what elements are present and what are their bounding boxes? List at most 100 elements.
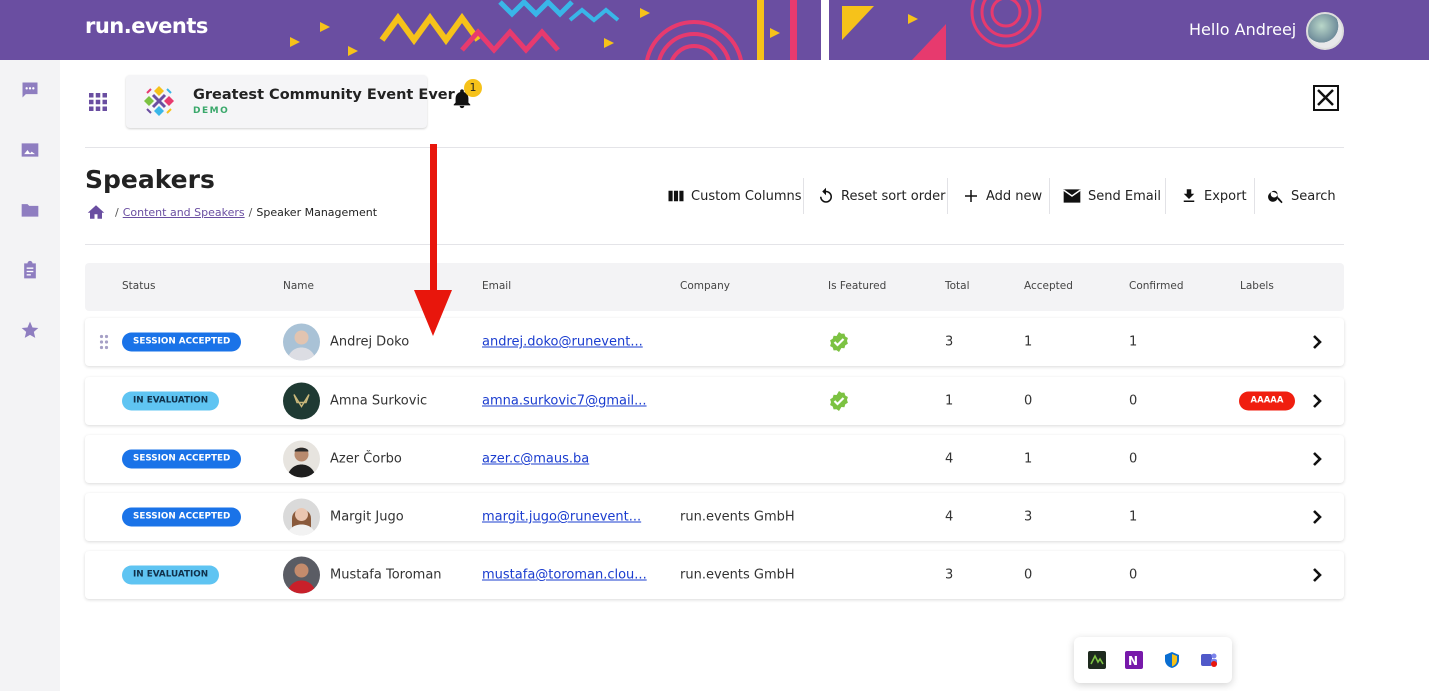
top-banner: run.events Hello Andreej	[0, 0, 1429, 60]
confirmed-count: 0	[1129, 567, 1138, 583]
speaker-name: Amna Surkovic	[330, 393, 428, 409]
chevron-right-icon[interactable]	[1309, 509, 1325, 525]
avatar	[283, 556, 320, 594]
column-header-labels[interactable]: Labels	[1240, 280, 1274, 292]
export-button[interactable]: Export	[1180, 178, 1247, 214]
chat-icon[interactable]	[20, 80, 40, 100]
event-selector[interactable]: Greatest Community Event Ever DEMO	[126, 75, 455, 128]
column-header-status[interactable]: Status	[122, 280, 155, 292]
total-count: 4	[945, 451, 954, 467]
drag-handle-icon[interactable]	[99, 334, 109, 350]
accepted-count: 1	[1024, 451, 1033, 467]
image-icon[interactable]	[20, 140, 40, 160]
avatar	[283, 323, 320, 361]
column-header-accepted[interactable]: Accepted	[1024, 280, 1073, 292]
email-icon	[1063, 189, 1081, 203]
reset-icon	[820, 187, 832, 203]
total-count: 3	[945, 567, 954, 583]
plus-icon	[965, 190, 977, 202]
chevron-right-icon[interactable]	[1309, 393, 1325, 409]
status-badge: SESSION ACCEPTED	[122, 507, 242, 527]
teams-icon[interactable]	[1200, 651, 1218, 669]
table-row[interactable]: IN EVALUATION Amna Surkovic amna.surkovi…	[85, 377, 1344, 425]
divider	[85, 147, 1344, 148]
speaker-email-link[interactable]: azer.c@maus.ba	[482, 452, 589, 467]
column-header-confirmed[interactable]: Confirmed	[1129, 280, 1184, 292]
avatar	[283, 440, 320, 478]
toolbar-separator	[803, 178, 804, 214]
event-logo-icon	[144, 86, 174, 116]
breadcrumb: / Content and Speakers / Speaker Managem…	[87, 204, 377, 220]
label-chip: AAAAA	[1239, 391, 1295, 411]
event-title: Greatest Community Event Ever	[193, 87, 455, 103]
total-count: 4	[945, 509, 954, 525]
export-label: Export	[1204, 188, 1247, 204]
page-title: Speakers	[85, 165, 215, 194]
table-row[interactable]: SESSION ACCEPTED Andrej Doko andrej.doko…	[85, 318, 1344, 366]
apps-grid-icon[interactable]	[89, 93, 107, 111]
add-new-button[interactable]: Add new	[962, 178, 1042, 214]
send-email-button[interactable]: Send Email	[1062, 178, 1161, 214]
reset-sort-button[interactable]: Reset sort order	[817, 178, 945, 214]
speaker-name: Azer Čorbo	[330, 451, 402, 467]
column-header-total[interactable]: Total	[945, 280, 970, 292]
folder-icon[interactable]	[20, 200, 40, 220]
table-row[interactable]: SESSION ACCEPTED Margit Jugo margit.jugo…	[85, 493, 1344, 541]
confirmed-count: 0	[1129, 451, 1138, 467]
confirmed-count: 0	[1129, 393, 1138, 409]
breadcrumb-link-content-speakers[interactable]: Content and Speakers	[123, 206, 245, 219]
chevron-right-icon[interactable]	[1309, 334, 1325, 350]
table-row[interactable]: SESSION ACCEPTED Azer Čorbo azer.c@maus.…	[85, 435, 1344, 483]
speaker-email-link[interactable]: mustafa@toroman.clou...	[482, 568, 647, 583]
breadcrumb-current: Speaker Management	[256, 205, 378, 219]
speaker-company: run.events GmbH	[680, 509, 795, 525]
status-badge: SESSION ACCEPTED	[122, 332, 242, 352]
accepted-count: 1	[1024, 334, 1033, 350]
column-header-email[interactable]: Email	[482, 280, 511, 292]
total-count: 3	[945, 334, 954, 350]
star-icon[interactable]	[20, 320, 40, 340]
close-icon[interactable]	[1313, 85, 1339, 111]
search-label: Search	[1291, 188, 1336, 204]
status-badge: IN EVALUATION	[122, 565, 220, 585]
sidebar	[0, 60, 60, 691]
system-tray-popup: N	[1074, 637, 1232, 683]
toolbar-separator	[947, 178, 948, 214]
column-header-is-featured[interactable]: Is Featured	[828, 280, 886, 292]
avatar	[283, 382, 320, 420]
status-badge: SESSION ACCEPTED	[122, 449, 242, 469]
svg-text:N: N	[1128, 654, 1138, 668]
notification-count-badge: 1	[464, 79, 482, 97]
divider	[85, 244, 1344, 245]
accepted-count: 0	[1024, 567, 1033, 583]
terminal-app-icon[interactable]	[1088, 651, 1106, 669]
custom-columns-label: Custom Columns	[691, 188, 802, 204]
defender-shield-icon[interactable]	[1163, 651, 1181, 669]
toolbar-separator	[1254, 178, 1255, 214]
speaker-name: Andrej Doko	[330, 334, 410, 350]
column-header-company[interactable]: Company	[680, 280, 730, 292]
accepted-count: 0	[1024, 393, 1033, 409]
column-header-name[interactable]: Name	[283, 280, 314, 292]
clipboard-icon[interactable]	[20, 260, 40, 280]
speaker-email-link[interactable]: andrej.doko@runevent...	[482, 335, 643, 350]
featured-check-icon	[830, 332, 848, 352]
breadcrumb-separator: /	[115, 205, 119, 219]
custom-columns-button[interactable]: Custom Columns	[667, 178, 802, 214]
user-avatar[interactable]	[1306, 12, 1344, 50]
onenote-icon[interactable]: N	[1125, 651, 1143, 669]
add-new-label: Add new	[986, 188, 1043, 204]
user-greeting: Hello Andreej	[1189, 20, 1297, 39]
table-row[interactable]: IN EVALUATION Mustafa Toroman mustafa@to…	[85, 551, 1344, 599]
app-logo[interactable]: run.events	[85, 14, 208, 38]
home-icon[interactable]	[87, 204, 105, 220]
toolbar-separator	[1165, 178, 1166, 214]
speaker-email-link[interactable]: margit.jugo@runevent...	[482, 510, 641, 525]
chevron-right-icon[interactable]	[1309, 567, 1325, 583]
chevron-right-icon[interactable]	[1309, 451, 1325, 467]
confirmed-count: 1	[1129, 509, 1138, 525]
status-badge: IN EVALUATION	[122, 391, 220, 411]
speaker-email-link[interactable]: amna.surkovic7@gmail...	[482, 394, 647, 409]
banner-gap	[821, 0, 829, 60]
search-button[interactable]: Search	[1267, 178, 1336, 214]
